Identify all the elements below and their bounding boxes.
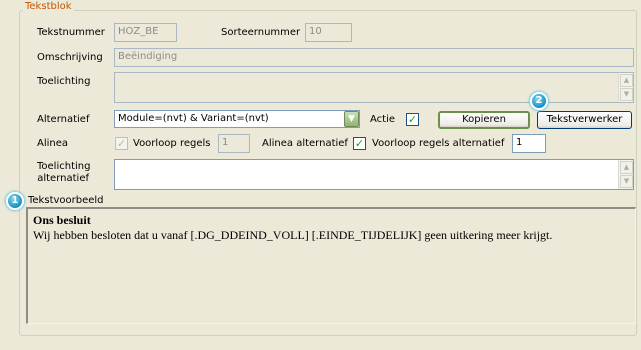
toelichting-label: Toelichting: [37, 76, 91, 87]
alternatief-label: Alternatief: [37, 114, 90, 125]
scroll-down-icon[interactable]: ▼: [620, 175, 633, 188]
toelichting-alternatief-label-line1: Toelichting: [37, 161, 91, 172]
actie-label: Actie: [370, 114, 396, 125]
callout-2-icon: 2: [530, 92, 548, 110]
voorloop-regels-alternatief-label: Voorloop regels alternatief: [372, 138, 505, 149]
preview-title: Ons besluit: [33, 213, 91, 227]
tekstvoorbeeld-label: Tekstvoorbeeld: [28, 195, 104, 206]
scroll-down-icon[interactable]: ▼: [620, 88, 633, 101]
toelichting-alternatief-label: Toelichting alternatief: [37, 161, 91, 185]
voorloop-regels-alternatief-checkbox[interactable]: ✓: [353, 137, 366, 150]
scroll-up-icon[interactable]: ▲: [620, 161, 633, 174]
alternatief-dropdown[interactable]: Module=(nvt) & Variant=(nvt): [114, 110, 360, 128]
sorteernummer-label: Sorteernummer: [221, 27, 301, 38]
preview-body: Wij hebben besloten dat u vanaf [.DG_DDE…: [33, 228, 553, 242]
actie-checkbox[interactable]: ✓: [406, 113, 419, 126]
alinea-alternatief-label: Alinea alternatief: [262, 138, 348, 149]
toelichting-alternatief-field[interactable]: [114, 159, 634, 190]
tekstverwerker-button[interactable]: Tekstverwerker: [537, 111, 632, 129]
kopieren-button[interactable]: Kopieren: [438, 111, 530, 129]
chevron-down-icon[interactable]: ▼: [344, 111, 359, 127]
voorloop-regels-checkbox[interactable]: ✓: [115, 137, 128, 150]
toelichting-field[interactable]: [114, 72, 634, 103]
tekstvoorbeeld-preview[interactable]: Ons besluit Wij hebben besloten dat u va…: [26, 207, 636, 324]
toelichting-scrollbar[interactable]: ▲ ▼: [618, 73, 633, 102]
tekstnummer-field[interactable]: HOZ_BE: [114, 23, 177, 42]
toelichting-alternatief-scrollbar[interactable]: ▲ ▼: [618, 160, 633, 189]
tekstnummer-label: Tekstnummer: [37, 27, 105, 38]
groupbox-title: Tekstblok: [23, 1, 74, 12]
sorteernummer-field[interactable]: 10: [305, 23, 352, 42]
voorloop-regels-alternatief-field[interactable]: 1: [512, 134, 546, 153]
voorloop-regels-field[interactable]: 1: [218, 134, 250, 153]
callout-1-icon: 1: [6, 192, 24, 210]
omschrijving-field[interactable]: Beëindiging: [114, 48, 634, 67]
omschrijving-label: Omschrijving: [37, 52, 103, 63]
scroll-up-icon[interactable]: ▲: [620, 74, 633, 87]
alinea-label: Alinea: [37, 138, 69, 149]
voorloop-regels-label: Voorloop regels: [133, 138, 211, 149]
toelichting-alternatief-label-line2: alternatief: [37, 173, 89, 184]
